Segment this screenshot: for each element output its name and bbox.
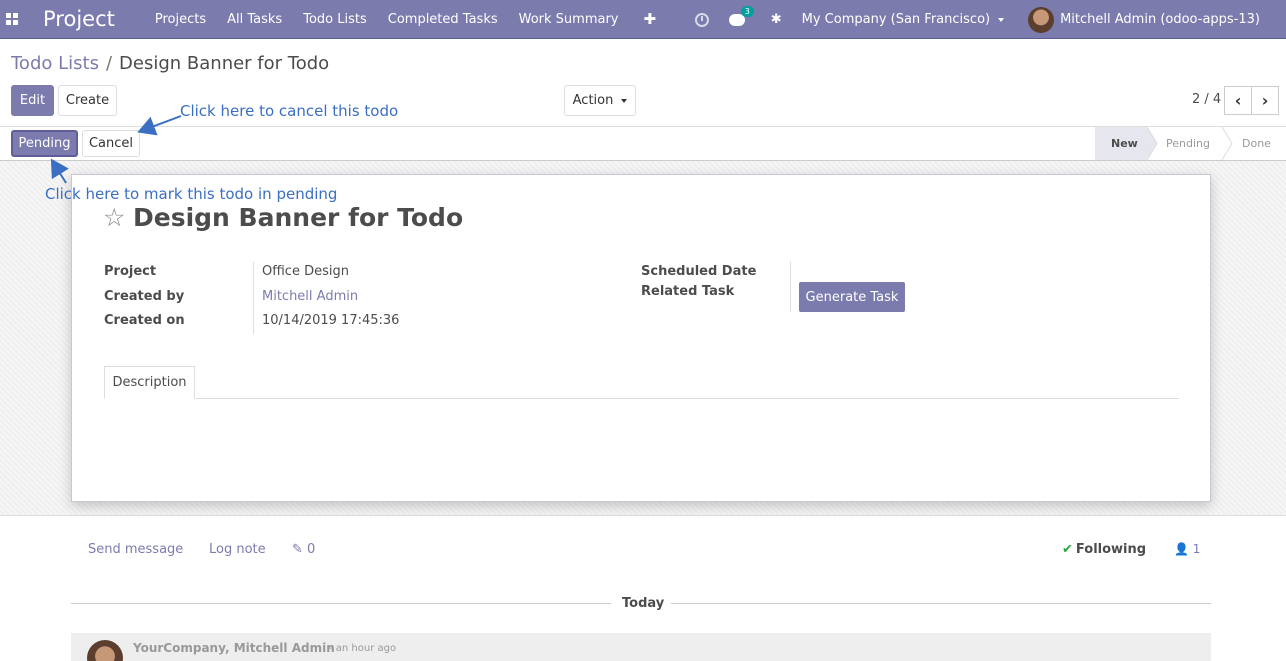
field-divider [253,262,254,334]
date-separator-line [71,603,611,604]
apps-menu-icon[interactable] [6,13,28,25]
field-divider [790,262,791,312]
following-label: Following [1075,542,1147,557]
plus-icon[interactable]: ✚ [644,10,657,28]
app-brand[interactable]: Project [43,7,115,31]
breadcrumb-todo-lists[interactable]: Todo Lists [11,53,99,74]
action-dropdown[interactable]: Action [564,85,636,116]
user-menu[interactable]: Mitchell Admin (odoo-apps-13) [1060,12,1260,27]
pager-next-button[interactable]: › [1251,86,1279,115]
created-by-label: Created by [104,289,185,304]
action-label: Action [572,93,614,108]
pending-annotation: Click here to mark this todo in pending [45,185,338,203]
date-separator-label: Today [622,596,665,611]
chevron-down-icon [998,17,1005,22]
stage-pending[interactable]: Pending [1166,127,1210,160]
stage-done[interactable]: Done [1242,127,1271,160]
star-icon[interactable]: ☆ [103,203,125,232]
menu-todo-lists[interactable]: Todo Lists [303,12,367,27]
scheduled-date-label: Scheduled Date [641,264,757,279]
debug-bug-icon[interactable]: ✱ [771,12,782,27]
log-note-button[interactable]: Log note [209,542,266,557]
attachments-button[interactable]: ✎ 0 [292,542,315,557]
tab-description[interactable]: Description [104,366,195,399]
chevron-down-icon [621,98,628,103]
messaging-icon[interactable]: 3 [728,5,754,26]
created-by-link[interactable]: Mitchell Admin [262,289,358,304]
user-avatar[interactable] [1028,6,1055,33]
message-timestamp: - an hour ago [329,643,397,654]
company-name: My Company (San Francisco) [801,12,991,27]
activity-clock-icon[interactable] [694,12,709,27]
top-navbar: Project Projects All Tasks Todo Lists Co… [0,0,1286,39]
breadcrumb-current: Design Banner for Todo [119,53,330,74]
date-separator-line [671,603,1211,604]
attachment-count: 0 [307,542,316,557]
edit-button[interactable]: Edit [11,85,54,116]
message-author[interactable]: YourCompany, Mitchell Admin [133,641,335,655]
menu-projects[interactable]: Projects [155,12,206,27]
created-on-label: Created on [104,313,185,328]
company-switcher[interactable]: My Company (San Francisco) [801,12,1005,27]
paperclip-icon: ✎ [292,542,303,557]
chat-count-badge: 3 [740,5,754,17]
check-icon: ✔ [1062,542,1073,557]
cancel-button[interactable]: Cancel [82,130,140,157]
create-button[interactable]: Create [58,85,117,116]
followers-count: 1 [1192,542,1201,556]
cancel-annotation: Click here to cancel this todo [180,102,399,120]
notebook-tab-line [104,398,1179,399]
stage-new[interactable]: New [1111,127,1138,160]
generate-task-button[interactable]: Generate Task [799,282,905,312]
pager-value: 2 / 4 [1192,92,1222,107]
send-message-button[interactable]: Send message [88,542,183,557]
followers-button[interactable]: 👤 1 [1174,542,1200,556]
todo-title: Design Banner for Todo [133,203,464,232]
user-icon: 👤 [1174,542,1189,556]
pager-previous-button[interactable]: ‹ [1224,86,1252,115]
related-task-label: Related Task [641,284,735,299]
pending-button[interactable]: Pending [11,130,78,157]
breadcrumb-separator: / [105,53,113,74]
created-on-value: 10/14/2019 17:45:36 [262,313,400,328]
project-value: Office Design [262,264,349,279]
menu-work-summary[interactable]: Work Summary [519,12,619,27]
menu-all-tasks[interactable]: All Tasks [227,12,282,27]
statusbar: Pending Cancel New Pending Done [0,126,1286,161]
following-button[interactable]: ✔ Following [1062,542,1146,557]
menu-completed-tasks[interactable]: Completed Tasks [388,12,498,27]
breadcrumb: Todo Lists / Design Banner for Todo [11,53,329,74]
project-label: Project [104,264,157,279]
